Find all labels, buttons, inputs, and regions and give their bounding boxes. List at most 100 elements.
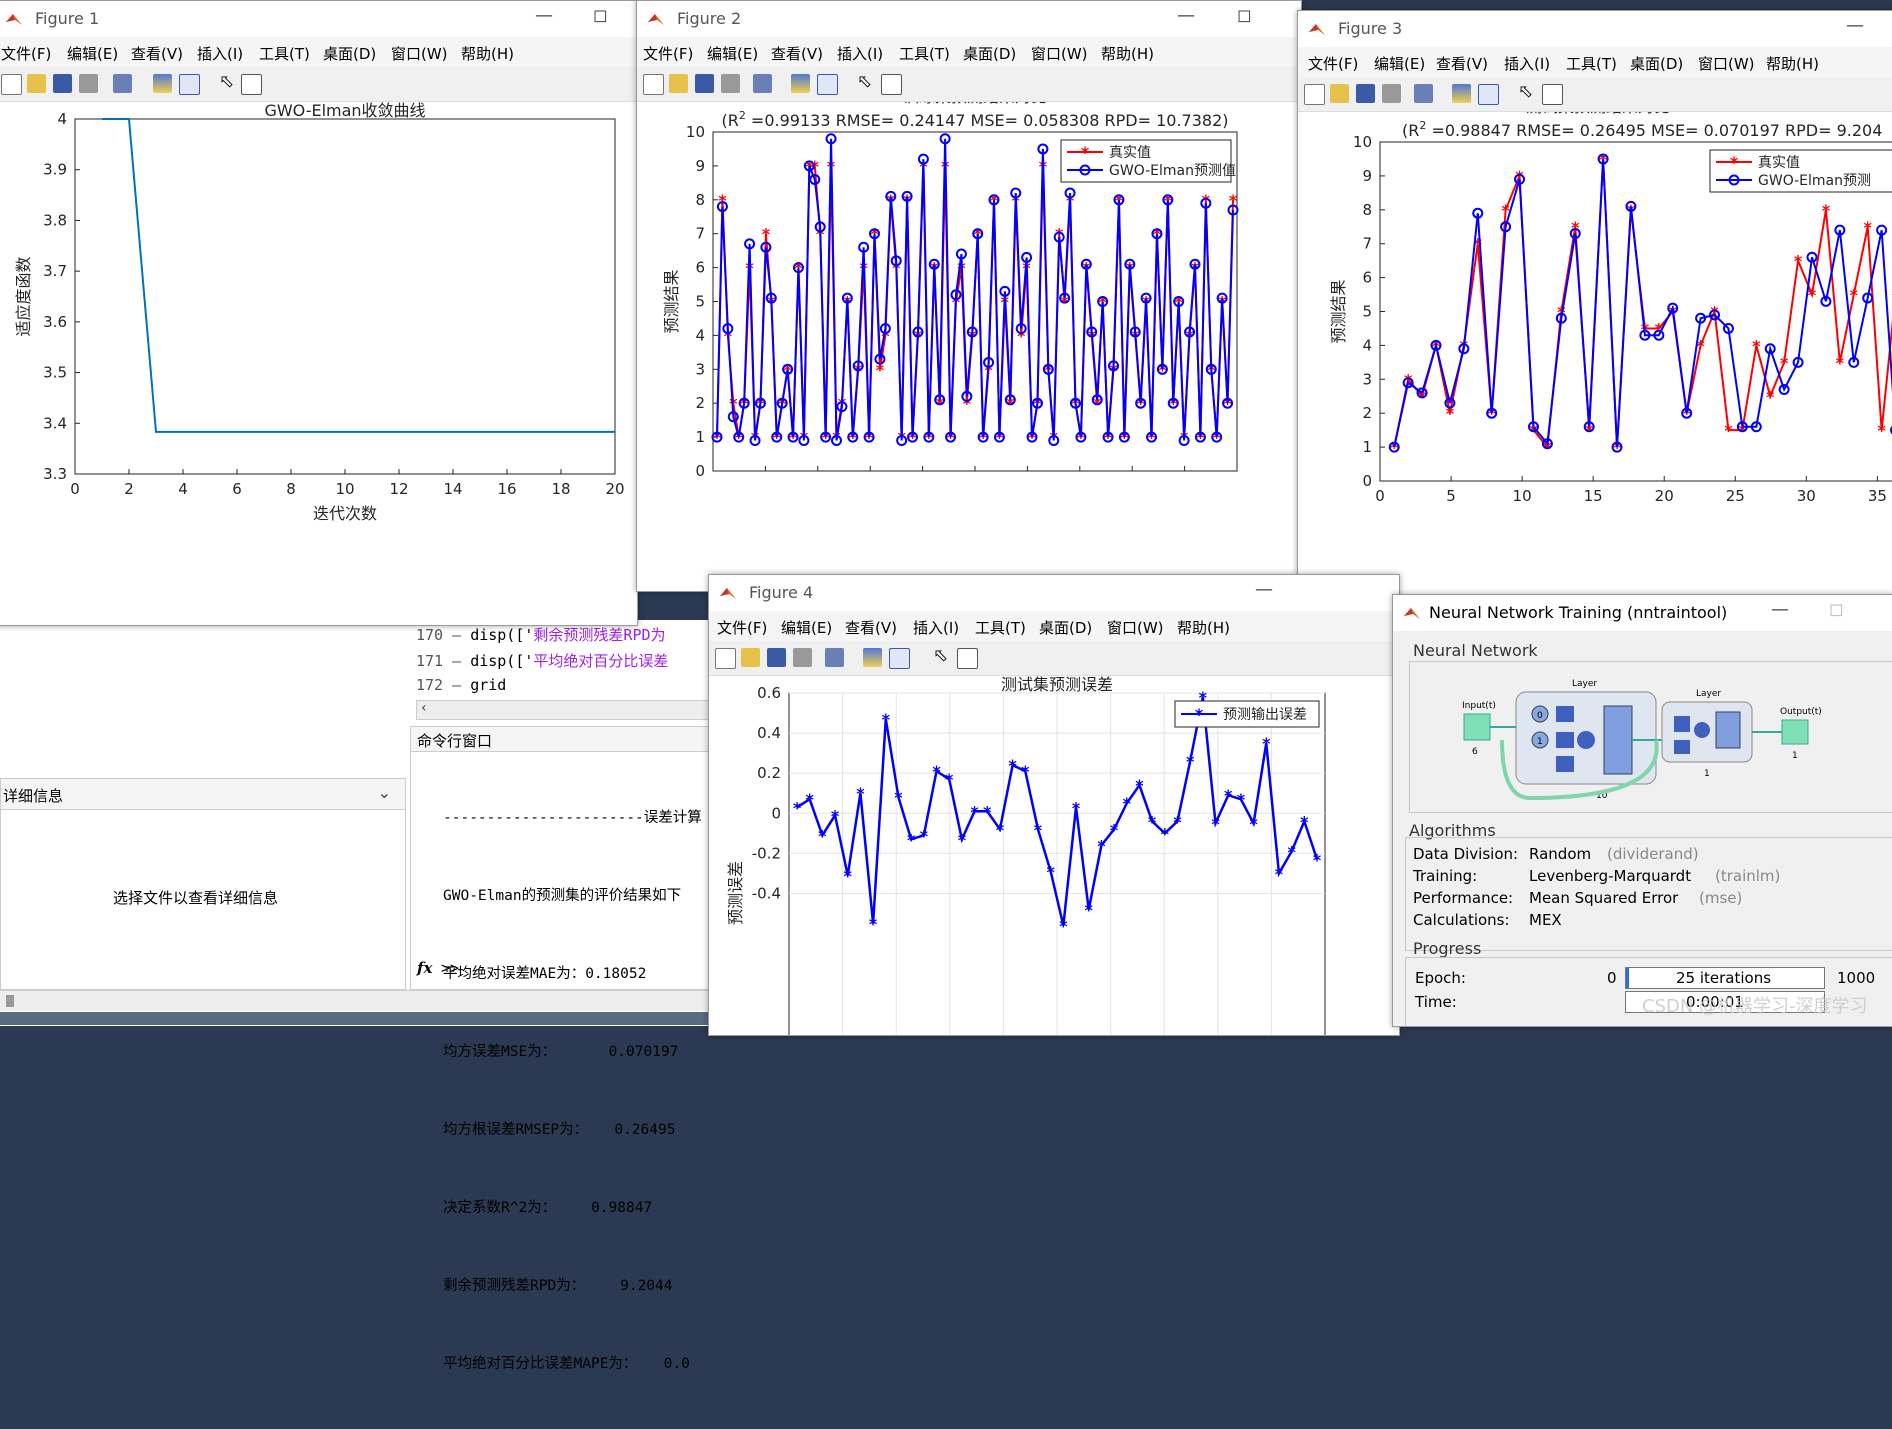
- figure3-chart: 0123456789100510152025303540测试集预测结果对比(R2…: [1329, 97, 1892, 505]
- editor-line[interactable]: 171 — disp(['平均绝对百分比误差: [416, 650, 668, 671]
- menu-insert[interactable]: 插入(I): [197, 43, 243, 64]
- menu-edit[interactable]: 编辑(E): [707, 43, 758, 64]
- new-file-icon[interactable]: [715, 648, 736, 669]
- menu-tools[interactable]: 工具(T): [1566, 53, 1617, 74]
- menu-desktop[interactable]: 桌面(D): [1630, 53, 1683, 74]
- x-tick-label: 16: [497, 480, 516, 498]
- colorbar-icon[interactable]: [153, 74, 172, 93]
- editor-hscroll[interactable]: ‹: [416, 700, 712, 720]
- save-icon[interactable]: [695, 74, 714, 93]
- pointer-icon[interactable]: ⬁: [219, 71, 234, 92]
- save-icon[interactable]: [53, 74, 72, 93]
- menu-help[interactable]: 帮助(H): [461, 43, 514, 64]
- property-inspector-icon[interactable]: [1542, 84, 1563, 105]
- menu-help[interactable]: 帮助(H): [1766, 53, 1819, 74]
- matlab-logo-icon: [6, 14, 22, 25]
- print-icon[interactable]: [79, 74, 98, 93]
- save-icon[interactable]: [1356, 84, 1375, 103]
- menu-tools[interactable]: 工具(T): [899, 43, 950, 64]
- property-inspector-icon[interactable]: [241, 74, 262, 95]
- algorithm-row: Calculations: MEX: [1413, 911, 1562, 929]
- bias-block-1: [1556, 756, 1574, 772]
- maximize-icon[interactable]: ◻: [1829, 599, 1844, 620]
- nn-section-header: Neural Network: [1413, 641, 1538, 660]
- menu-window[interactable]: 窗口(W): [1698, 53, 1755, 74]
- maximize-icon[interactable]: ◻: [1237, 5, 1252, 26]
- property-inspector-icon[interactable]: [957, 648, 978, 669]
- data-point-star: *: [970, 802, 979, 821]
- link-icon[interactable]: [1414, 84, 1433, 103]
- minimize-icon[interactable]: —: [1177, 5, 1195, 26]
- link-icon[interactable]: [825, 648, 844, 667]
- menu-edit[interactable]: 编辑(E): [1374, 53, 1425, 74]
- print-icon[interactable]: [721, 74, 740, 93]
- chevron-left-icon[interactable]: ‹: [421, 700, 427, 716]
- open-folder-icon[interactable]: [741, 648, 760, 667]
- command-prompt[interactable]: >>: [441, 959, 459, 977]
- new-file-icon[interactable]: [1304, 84, 1325, 105]
- open-folder-icon[interactable]: [27, 74, 46, 93]
- pointer-icon[interactable]: ⬁: [1518, 81, 1533, 102]
- legend-icon[interactable]: [817, 74, 838, 95]
- new-file-icon[interactable]: [643, 74, 664, 95]
- menu-insert[interactable]: 插入(I): [837, 43, 883, 64]
- data-point-star: *: [1161, 824, 1170, 843]
- data-point-star: *: [958, 830, 967, 849]
- menu-help[interactable]: 帮助(H): [1101, 43, 1154, 64]
- open-folder-icon[interactable]: [1330, 84, 1349, 103]
- open-folder-icon[interactable]: [669, 74, 688, 93]
- y-tick-label: 4: [695, 326, 705, 344]
- plot-title: GWO-Elman收敛曲线: [264, 102, 425, 120]
- minimize-icon[interactable]: —: [1771, 599, 1789, 620]
- colorbar-icon[interactable]: [863, 648, 882, 667]
- menu-desktop[interactable]: 桌面(D): [963, 43, 1016, 64]
- menu-view[interactable]: 查看(V): [131, 43, 183, 64]
- pointer-icon[interactable]: ⬁: [857, 71, 872, 92]
- minimize-icon[interactable]: —: [535, 5, 553, 26]
- link-icon[interactable]: [113, 74, 132, 93]
- legend-icon[interactable]: [889, 648, 910, 669]
- menu-file[interactable]: 文件(F): [1308, 53, 1358, 74]
- menu-view[interactable]: 查看(V): [1436, 53, 1488, 74]
- menu-edit[interactable]: 编辑(E): [67, 43, 118, 64]
- property-inspector-icon[interactable]: [881, 74, 902, 95]
- editor-line[interactable]: 170 — disp(['剩余预测残差RPD为: [416, 624, 666, 645]
- menu-view[interactable]: 查看(V): [845, 617, 897, 638]
- new-file-icon[interactable]: [1, 74, 22, 95]
- editor-line[interactable]: 172 — grid: [416, 676, 506, 694]
- minimize-icon[interactable]: —: [1255, 579, 1273, 600]
- menu-help[interactable]: 帮助(H): [1177, 617, 1230, 638]
- save-icon[interactable]: [767, 648, 786, 667]
- menu-tools[interactable]: 工具(T): [259, 43, 310, 64]
- menu-edit[interactable]: 编辑(E): [781, 617, 832, 638]
- menu-desktop[interactable]: 桌面(D): [1039, 617, 1092, 638]
- y-tick-label: 2: [1362, 404, 1372, 422]
- chevron-down-icon[interactable]: ⌄: [378, 783, 391, 802]
- menu-insert[interactable]: 插入(I): [1504, 53, 1550, 74]
- weight-block-1: [1556, 706, 1574, 722]
- menu-window[interactable]: 窗口(W): [1107, 617, 1164, 638]
- colorbar-icon[interactable]: [1452, 84, 1471, 103]
- link-icon[interactable]: [753, 74, 772, 93]
- print-icon[interactable]: [793, 648, 812, 667]
- minimize-icon[interactable]: —: [1846, 15, 1864, 36]
- menu-file[interactable]: 文件(F): [643, 43, 693, 64]
- input-block: [1463, 713, 1491, 741]
- menu-window[interactable]: 窗口(W): [391, 43, 448, 64]
- maximize-icon[interactable]: ◻: [593, 5, 608, 26]
- details-header[interactable]: 详细信息 ⌄: [1, 779, 405, 810]
- menu-view[interactable]: 查看(V): [771, 43, 823, 64]
- legend-icon[interactable]: [179, 74, 200, 95]
- data-point-star: *: [1195, 705, 1204, 724]
- menu-file[interactable]: 文件(F): [717, 617, 767, 638]
- menu-desktop[interactable]: 桌面(D): [323, 43, 376, 64]
- menu-insert[interactable]: 插入(I): [913, 617, 959, 638]
- menu-tools[interactable]: 工具(T): [975, 617, 1026, 638]
- y-tick-label: 8: [1362, 201, 1372, 219]
- colorbar-icon[interactable]: [791, 74, 810, 93]
- menu-window[interactable]: 窗口(W): [1031, 43, 1088, 64]
- pointer-icon[interactable]: ⬁: [933, 645, 948, 666]
- print-icon[interactable]: [1382, 84, 1401, 103]
- menu-file[interactable]: 文件(F): [1, 43, 51, 64]
- legend-icon[interactable]: [1478, 84, 1499, 105]
